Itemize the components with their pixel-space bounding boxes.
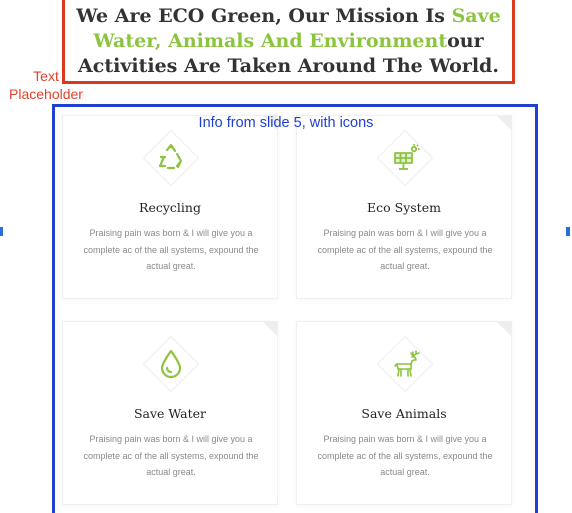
card-recycling[interactable]: Recycling Praising pain was born & I wil…	[62, 115, 278, 299]
card-description: Praising pain was born & I will give you…	[83, 434, 259, 477]
recycle-icon	[158, 143, 183, 170]
text-placeholder-annotation: Text Placeholder	[9, 68, 83, 102]
card-title: Save Animals	[361, 406, 447, 421]
card-icon-frame	[375, 128, 435, 188]
card-title: Recycling	[139, 200, 201, 215]
grid-placeholder-label: Info from slide 5, with icons	[198, 115, 374, 131]
solar-panel-icon	[394, 144, 420, 170]
card-title: Eco System	[367, 200, 441, 215]
card-save-water[interactable]: Save Water Praising pain was born & I wi…	[62, 321, 278, 505]
right-edge-handle[interactable]	[566, 227, 570, 236]
card-description: Praising pain was born & I will give you…	[83, 228, 259, 271]
card-icon-frame	[375, 334, 435, 394]
deer-icon	[394, 350, 420, 377]
heading-part-1: We Are ECO Green, Our Mission Is	[76, 5, 452, 27]
card-eco-system[interactable]: Eco System Praising pain was born & I wi…	[296, 115, 512, 299]
mission-heading: We Are ECO Green, Our Mission Is Save Wa…	[64, 4, 513, 79]
card-corner	[497, 116, 511, 130]
card-corner	[497, 322, 511, 336]
card-description: Praising pain was born & I will give you…	[317, 228, 493, 271]
card-description: Praising pain was born & I will give you…	[317, 434, 493, 477]
water-drop-icon	[160, 349, 182, 379]
card-icon-frame	[141, 128, 201, 188]
card-save-animals[interactable]: Save Animals Praising pain was born & I …	[296, 321, 512, 505]
left-edge-handle[interactable]	[0, 227, 3, 236]
card-icon-frame	[141, 334, 201, 394]
card-corner	[263, 322, 277, 336]
card-title: Save Water	[133, 406, 207, 421]
